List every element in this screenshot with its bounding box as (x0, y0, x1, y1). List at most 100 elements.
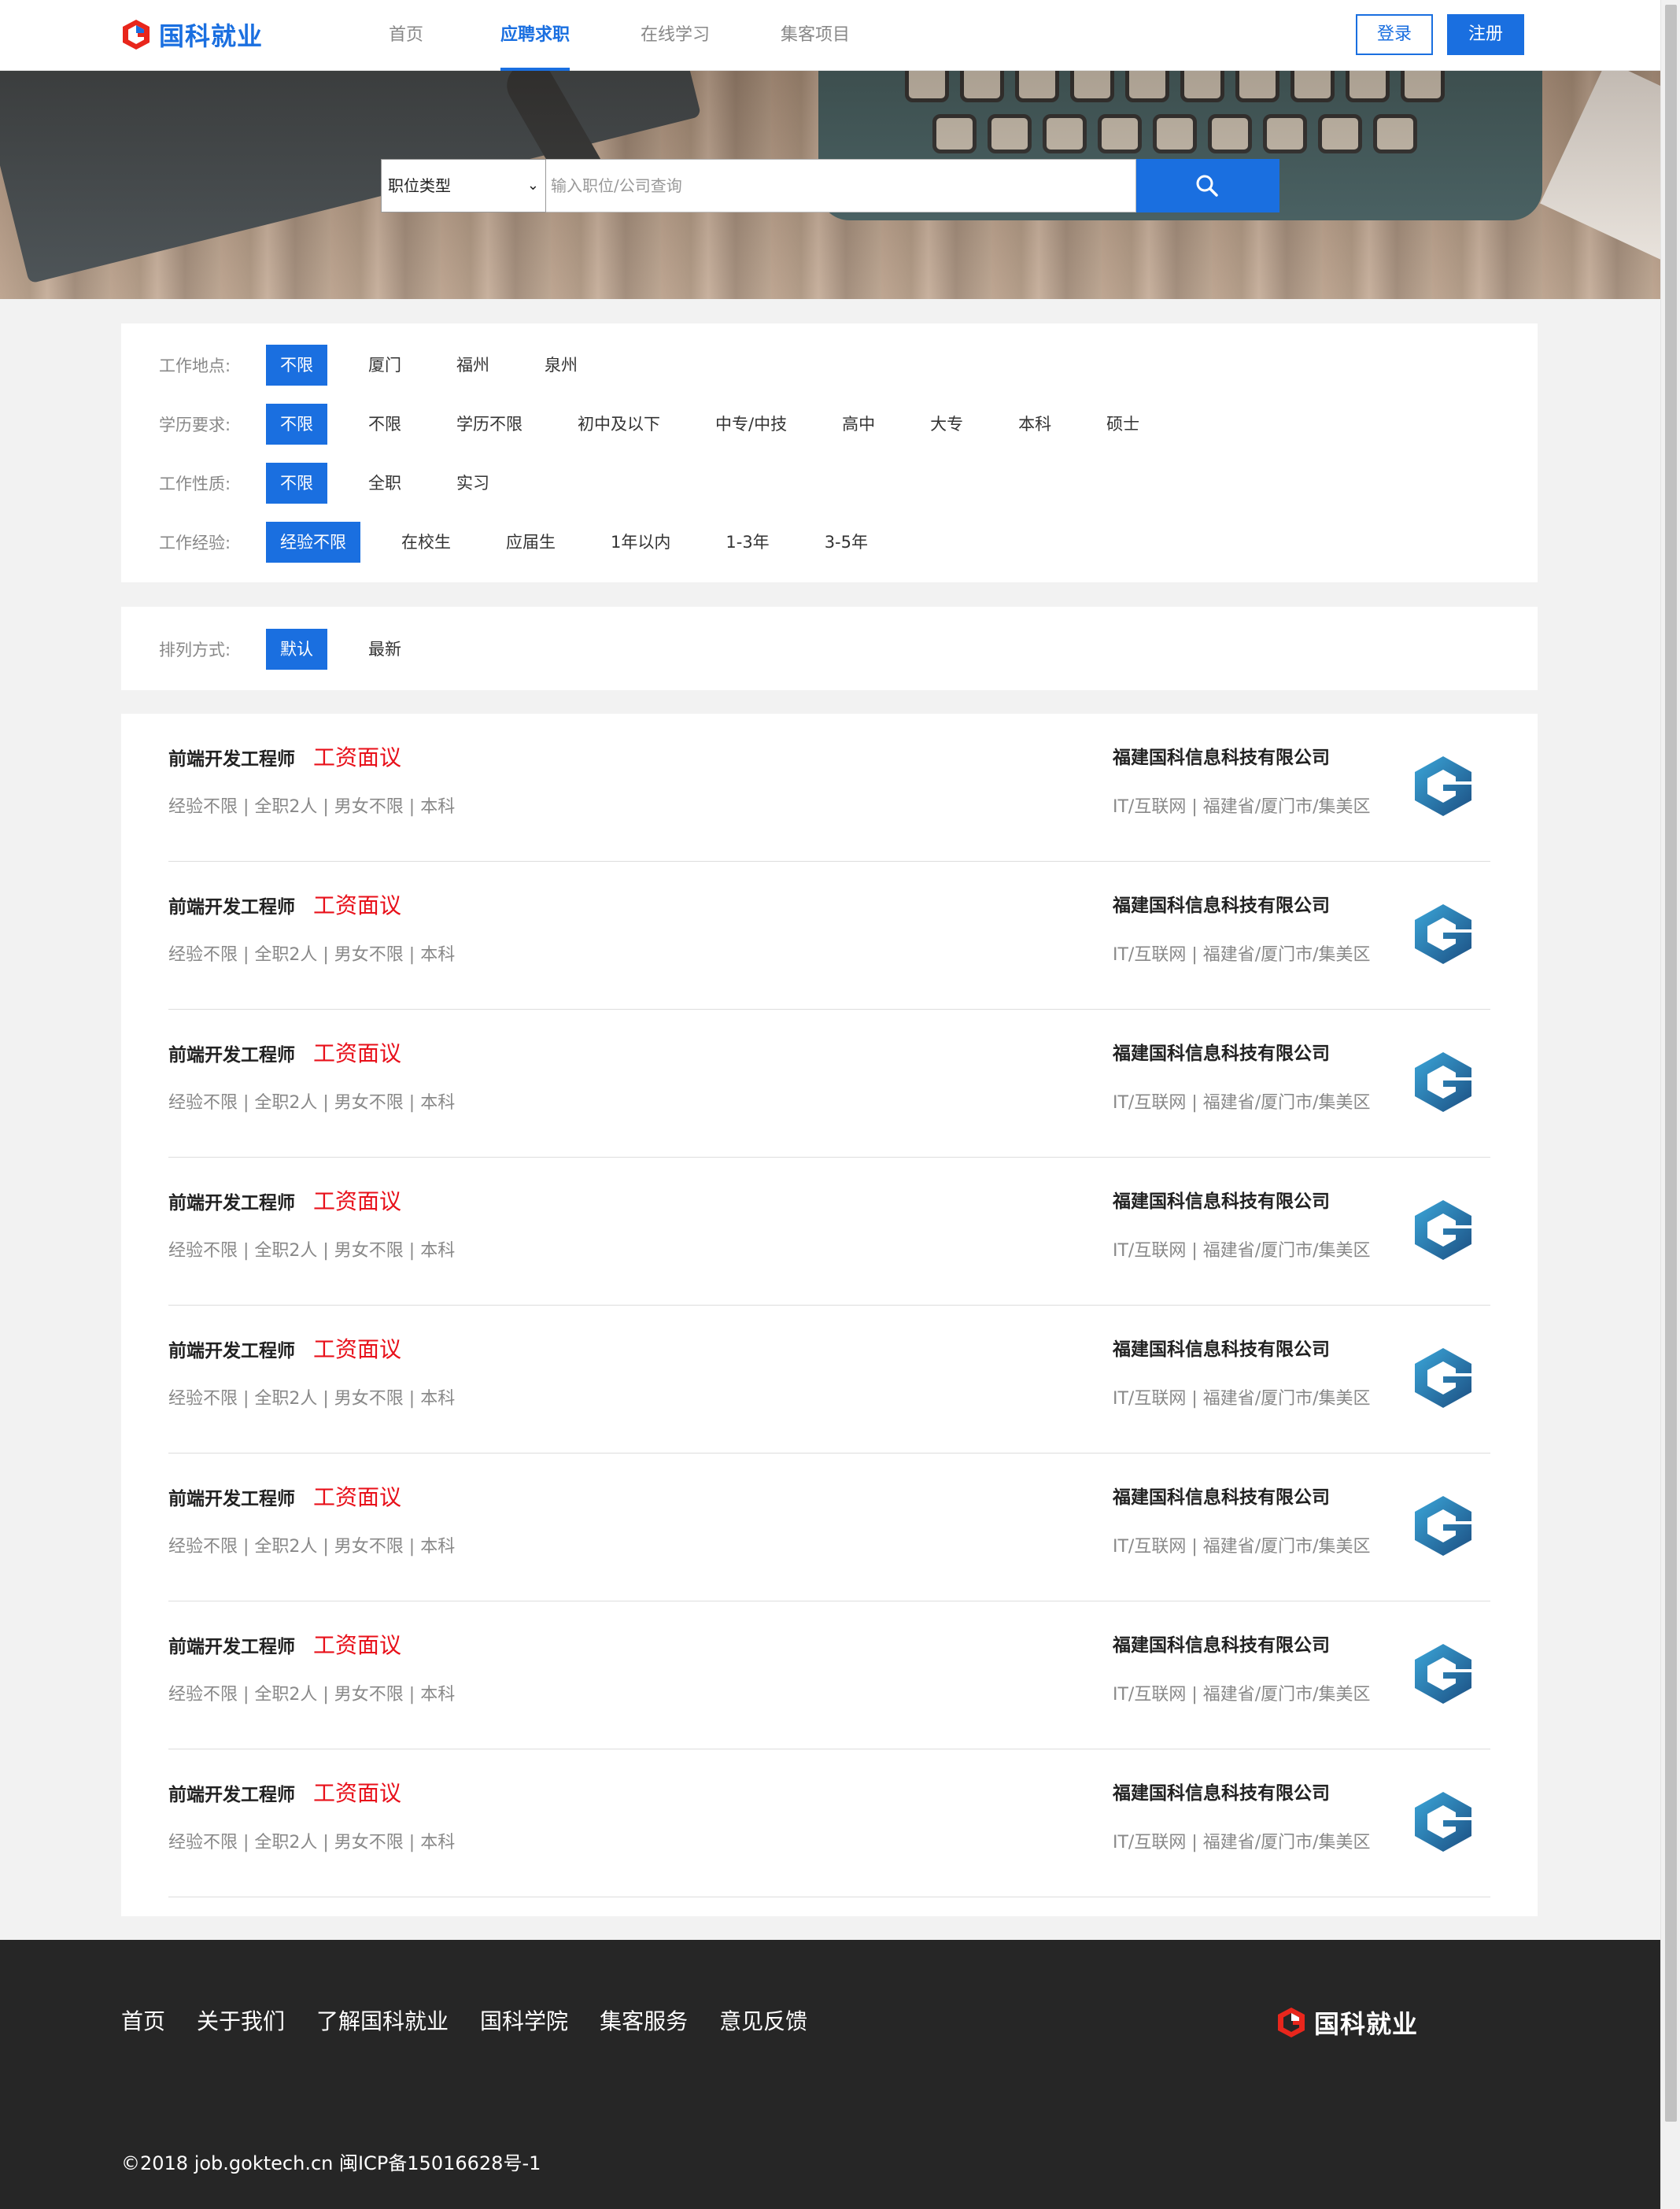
job-salary: 工资面议 (313, 1780, 402, 1806)
brand-logo[interactable]: 国科就业 (120, 16, 263, 54)
search-icon (1196, 175, 1218, 197)
g-logo-icon (123, 20, 150, 50)
company-meta: IT/互联网 | 福建省/厦门市/集美区 (1113, 945, 1371, 965)
nav-home[interactable]: 首页 (389, 0, 423, 71)
login-button[interactable]: 登录 (1356, 14, 1433, 55)
footer-link[interactable]: 了解国科就业 (316, 2004, 449, 2036)
company-meta: IT/互联网 | 福建省/厦门市/集美区 (1113, 1685, 1371, 1705)
filter-option[interactable]: 全职 (354, 463, 415, 504)
job-meta: 经验不限 | 全职2人 | 男女不限 | 本科 (168, 945, 456, 965)
job-item[interactable]: 前端开发工程师 工资面议 经验不限 | 全职2人 | 男女不限 | 本科 福建国科信息… (168, 1010, 1490, 1158)
company-logo-icon[interactable] (1410, 1197, 1476, 1263)
company-name[interactable]: 福建国科信息科技有限公司 (1113, 890, 1330, 917)
job-item[interactable]: 前端开发工程师 工资面议 经验不限 | 全职2人 | 男女不限 | 本科 福建国科信息… (168, 1454, 1490, 1601)
company-name[interactable]: 福建国科信息科技有限公司 (1113, 1186, 1330, 1213)
filter-option[interactable]: 福州 (442, 345, 504, 386)
filter-option[interactable]: 大专 (916, 404, 977, 445)
sort-option-latest[interactable]: 最新 (354, 629, 415, 670)
search-input[interactable]: 输入职位/公司查询 (546, 159, 1136, 212)
scrollbar-thumb[interactable] (1665, 5, 1677, 2122)
filter-option[interactable]: 初中及以下 (563, 404, 674, 445)
company-logo-icon[interactable] (1410, 1493, 1476, 1559)
filter-location-label: 工作地点: (159, 356, 231, 375)
job-item[interactable]: 前端开发工程师 工资面议 经验不限 | 全职2人 | 男女不限 | 本科 福建国科信息… (168, 1158, 1490, 1306)
company-meta: IT/互联网 | 福建省/厦门市/集美区 (1113, 1241, 1371, 1261)
company-meta: IT/互联网 | 福建省/厦门市/集美区 (1113, 797, 1371, 817)
filter-option[interactable]: 在校生 (387, 522, 465, 563)
company-name[interactable]: 福建国科信息科技有限公司 (1113, 742, 1330, 769)
filter-option[interactable]: 学历不限 (442, 404, 537, 445)
company-name[interactable]: 福建国科信息科技有限公司 (1113, 1778, 1330, 1805)
company-logo-icon[interactable] (1410, 1049, 1476, 1115)
filter-panel: 工作地点: 不限 厦门 福州 泉州 学历要求: 不限 不限 学历不限 初中及以下… (121, 323, 1538, 582)
hero-banner: 职位类型 ⌄ 输入职位/公司查询 (0, 71, 1660, 299)
job-title[interactable]: 前端开发工程师 (168, 1040, 295, 1066)
job-title[interactable]: 前端开发工程师 (168, 1631, 295, 1658)
filter-education: 学历要求: 不限 不限 学历不限 初中及以下 中专/中技 高中 大专 本科 硕士 (159, 403, 1180, 445)
filter-option[interactable]: 3-5年 (810, 522, 882, 563)
job-type-select[interactable]: 职位类型 ⌄ (381, 159, 546, 212)
filter-option[interactable]: 1年以内 (596, 522, 685, 563)
nav-online-learning[interactable]: 在线学习 (641, 0, 710, 71)
filter-option[interactable]: 不限 (266, 345, 327, 386)
filter-option[interactable]: 不限 (266, 463, 327, 504)
job-title[interactable]: 前端开发工程师 (168, 1483, 295, 1510)
company-name[interactable]: 福建国科信息科技有限公司 (1113, 1630, 1330, 1657)
company-logo-icon[interactable] (1410, 901, 1476, 967)
register-button[interactable]: 注册 (1447, 14, 1524, 55)
filter-nature: 工作性质: 不限 全职 实习 (159, 462, 530, 504)
filter-option[interactable]: 经验不限 (266, 522, 360, 563)
company-logo-icon[interactable] (1410, 1789, 1476, 1855)
nav-jike-project[interactable]: 集客项目 (781, 0, 850, 71)
company-name[interactable]: 福建国科信息科技有限公司 (1113, 1482, 1330, 1509)
filter-option[interactable]: 不限 (266, 404, 327, 445)
filter-option[interactable]: 高中 (828, 404, 889, 445)
filter-option[interactable]: 1-3年 (711, 522, 783, 563)
company-meta: IT/互联网 | 福建省/厦门市/集美区 (1113, 1537, 1371, 1557)
footer-link[interactable]: 首页 (121, 2004, 165, 2036)
copyright: ©2018 job.goktech.cn 闽ICP备15016628号-1 (121, 2152, 541, 2174)
job-type-selected: 职位类型 (388, 176, 451, 195)
job-title[interactable]: 前端开发工程师 (168, 1188, 295, 1214)
job-title[interactable]: 前端开发工程师 (168, 1779, 295, 1806)
job-meta: 经验不限 | 全职2人 | 男女不限 | 本科 (168, 1685, 456, 1705)
sort-option-default[interactable]: 默认 (266, 629, 327, 670)
company-meta: IT/互联网 | 福建省/厦门市/集美区 (1113, 1093, 1371, 1113)
company-name[interactable]: 福建国科信息科技有限公司 (1113, 1038, 1330, 1065)
company-logo-icon[interactable] (1410, 1345, 1476, 1411)
company-name[interactable]: 福建国科信息科技有限公司 (1113, 1334, 1330, 1361)
job-item[interactable]: 前端开发工程师 工资面议 经验不限 | 全职2人 | 男女不限 | 本科 福建国科信息… (168, 1749, 1490, 1897)
company-logo-icon[interactable] (1410, 1641, 1476, 1707)
sort-row: 排列方式: 默认 最新 (159, 628, 442, 670)
filter-option[interactable]: 不限 (354, 404, 415, 445)
company-logo-icon[interactable] (1410, 753, 1476, 819)
top-header: 国科就业 首页 应聘求职 在线学习 集客项目 登录 注册 (0, 0, 1660, 71)
search-button[interactable] (1136, 159, 1279, 212)
footer-link[interactable]: 国科学院 (480, 2004, 568, 2036)
filter-option[interactable]: 硕士 (1092, 404, 1154, 445)
job-title[interactable]: 前端开发工程师 (168, 1335, 295, 1362)
job-title[interactable]: 前端开发工程师 (168, 892, 295, 918)
job-salary: 工资面议 (313, 892, 402, 918)
job-salary: 工资面议 (313, 1188, 402, 1214)
job-item[interactable]: 前端开发工程师 工资面议 经验不限 | 全职2人 | 男女不限 | 本科 福建国科信息… (168, 714, 1490, 862)
footer-link[interactable]: 关于我们 (197, 2004, 285, 2036)
filter-option[interactable]: 应届生 (492, 522, 570, 563)
job-item[interactable]: 前端开发工程师 工资面议经验不限 | 全职2人 | 男女不限 | 本科 福建国科信息… (168, 862, 1490, 1010)
filter-option[interactable]: 厦门 (354, 345, 415, 386)
filter-option[interactable]: 实习 (442, 463, 504, 504)
footer-link[interactable]: 意见反馈 (719, 2004, 807, 2036)
job-item[interactable]: 前端开发工程师 工资面议 经验不限 | 全职2人 | 男女不限 | 本科 福建国科信息… (168, 1601, 1490, 1749)
footer-link[interactable]: 集客服务 (600, 2004, 688, 2036)
job-item[interactable]: 前端开发工程师 工资面议 经验不限 | 全职2人 | 男女不限 | 本科 福建国科信息… (168, 1306, 1490, 1454)
footer: 首页 关于我们 了解国科就业 国科学院 集客服务 意见反馈 国科就业 ©2018… (0, 1940, 1660, 2209)
filter-option[interactable]: 泉州 (530, 345, 592, 386)
job-title[interactable]: 前端开发工程师 (168, 744, 295, 770)
filter-option[interactable]: 本科 (1004, 404, 1065, 445)
nav-job-search[interactable]: 应聘求职 (500, 0, 570, 71)
sort-panel: 排列方式: 默认 最新 (121, 607, 1538, 690)
job-salary: 工资面议 (313, 1040, 402, 1066)
filter-option[interactable]: 中专/中技 (701, 404, 801, 445)
main-nav: 首页 应聘求职 在线学习 集客项目 (370, 0, 850, 71)
scrollbar[interactable] (1660, 0, 1680, 2209)
